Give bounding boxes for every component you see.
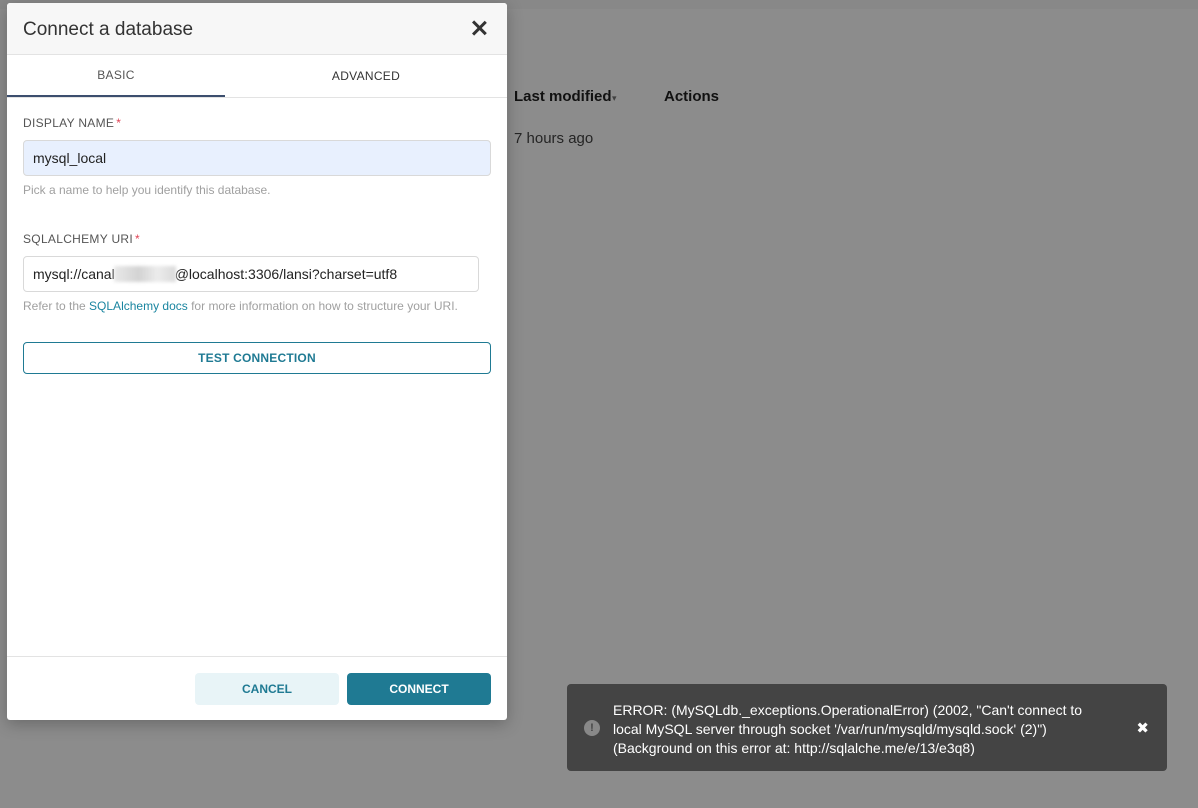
- tab-basic[interactable]: BASIC: [7, 55, 225, 97]
- error-icon: !: [584, 720, 600, 736]
- sqlalchemy-docs-link[interactable]: SQLAlchemy docs: [89, 299, 188, 313]
- required-marker: *: [116, 116, 122, 130]
- close-toast-icon[interactable]: ✖: [1136, 719, 1149, 737]
- close-icon[interactable]: [467, 16, 491, 40]
- sqlalchemy-uri-input[interactable]: mysql://canal @localhost:3306/lansi?chars…: [23, 256, 479, 292]
- connect-button[interactable]: CONNECT: [347, 673, 491, 705]
- display-name-input[interactable]: mysql_local: [23, 140, 491, 176]
- tab-bar: BASIC ADVANCED: [7, 55, 507, 98]
- connect-database-modal: Connect a database BASIC ADVANCED DISPLA…: [7, 3, 507, 720]
- connection-form: DISPLAY NAME * mysql_local Pick a name to…: [23, 116, 491, 374]
- tab-advanced[interactable]: ADVANCED: [257, 55, 475, 97]
- sqlalchemy-uri-group: SQLALCHEMY URI * mysql://canal @localhost:…: [23, 232, 491, 313]
- display-name-label: DISPLAY NAME *: [23, 116, 122, 130]
- sqlalchemy-uri-label: SQLALCHEMY URI *: [23, 232, 140, 246]
- required-marker: *: [135, 232, 140, 246]
- uri-suffix: @localhost:3306/lansi?charset=utf8: [174, 266, 398, 282]
- redacted-credentials: [113, 266, 176, 282]
- modal-title: Connect a database: [23, 19, 194, 40]
- display-name-group: DISPLAY NAME * mysql_local Pick a name to…: [23, 116, 491, 197]
- error-message: ERROR: (MySQLdb._exceptions.OperationalE…: [613, 702, 1083, 756]
- display-name-helper: Pick a name to help you identify this da…: [23, 183, 271, 197]
- uri-prefix: mysql://canal: [33, 266, 115, 282]
- error-toast: ! ERROR: (MySQLdb._exceptions.Operationa…: [567, 684, 1167, 771]
- test-connection-button[interactable]: TEST CONNECTION: [23, 342, 491, 374]
- sqlalchemy-uri-helper: Refer to the SQLAlchemy docs for more in…: [23, 299, 458, 313]
- modal-header: Connect a database: [7, 3, 507, 55]
- modal-footer: CANCEL CONNECT: [7, 656, 507, 720]
- cancel-button[interactable]: CANCEL: [195, 673, 339, 705]
